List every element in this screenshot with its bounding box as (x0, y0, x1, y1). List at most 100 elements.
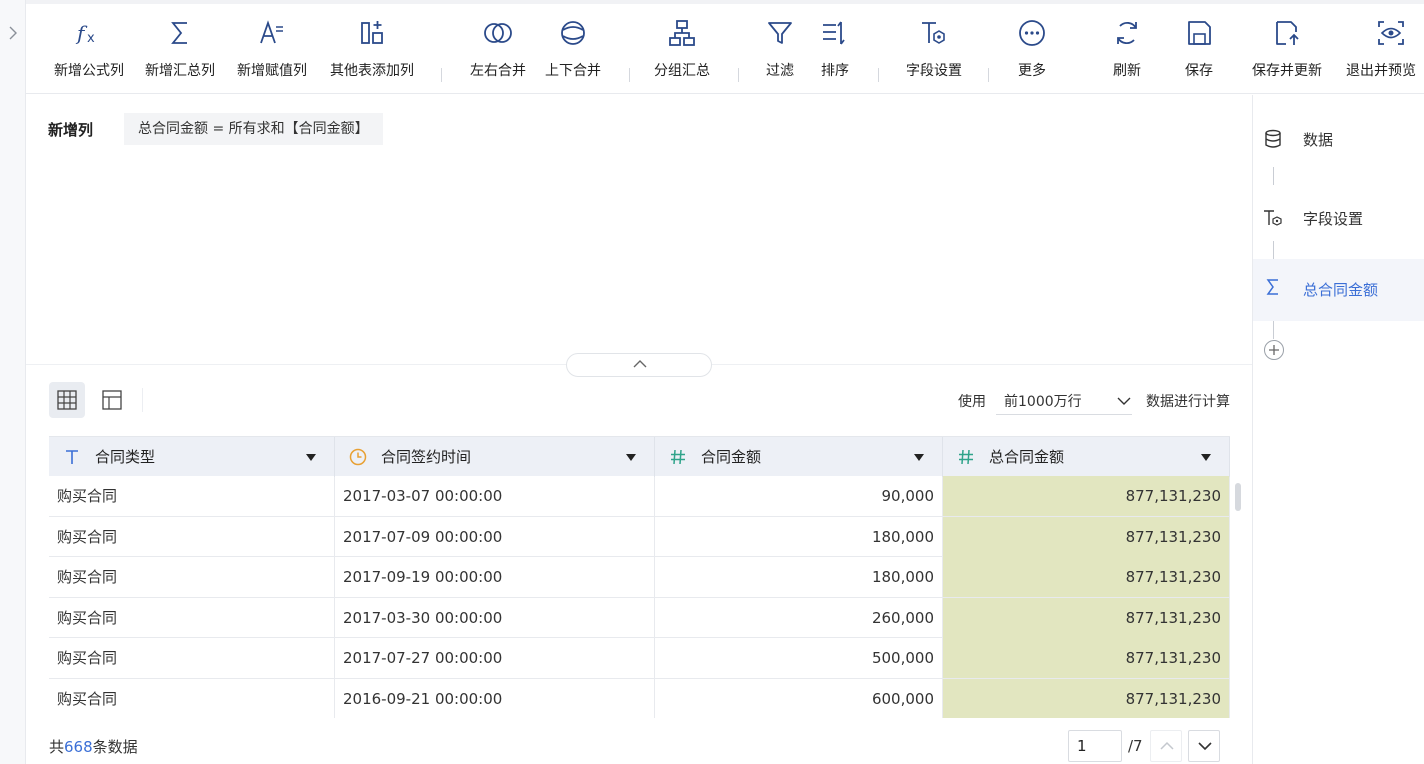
dropdown-caret-icon[interactable] (914, 454, 924, 461)
table-cell: 877,131,230 (943, 476, 1230, 516)
toolbar-label: 保存 (1185, 63, 1213, 79)
table-cell: 2017-09-19 00:00:00 (335, 557, 655, 597)
formula-expression[interactable]: 总合同金额 = 所有求和【合同金额】 (124, 113, 383, 145)
row-limit-select[interactable]: 前1000万行 (996, 387, 1132, 415)
toolbar-label: 左右合并 (470, 63, 526, 79)
toolbar-label: 分组汇总 (654, 63, 710, 79)
row-count-suffix: 条数据 (92, 738, 138, 756)
app-root: f x 新增公式列 新增汇总列 新增赋值列 其他表添加列 左右合并 上下合并 分… (0, 0, 1424, 764)
formula-title: 新增列 (48, 121, 94, 139)
exit-and-preview-button[interactable]: 退出并预览 (1346, 18, 1424, 90)
table-cell: 180,000 (655, 557, 943, 597)
number-hash-icon (959, 449, 973, 465)
merge-left-right-button[interactable]: 左右合并 (463, 18, 533, 90)
column-header-contract-type[interactable]: 合同类型 (49, 437, 335, 477)
toolbar-separator (878, 68, 879, 82)
dropdown-caret-icon[interactable] (306, 454, 316, 461)
toolbar-separator (988, 68, 989, 82)
toolbar-label: 上下合并 (545, 63, 601, 79)
add-formula-column-button[interactable]: f x 新增公式列 (48, 18, 130, 90)
filter-icon (768, 22, 792, 44)
previous-page-button[interactable] (1150, 730, 1182, 762)
divider (142, 388, 143, 412)
step-total-contract-amount[interactable]: 总合同金额 (1253, 259, 1424, 321)
chevron-down-icon (1198, 742, 1212, 751)
grid-view-button[interactable] (49, 382, 85, 418)
step-label: 字段设置 (1303, 210, 1364, 228)
column-label: 合同签约时间 (381, 448, 472, 466)
step-connector (1273, 241, 1274, 259)
field-settings-icon (1264, 210, 1282, 226)
table-row: 购买合同 2017-03-30 00:00:00 260,000 877,131… (49, 597, 1230, 638)
data-table: 合同类型 合同签约时间 合同金额 总合同金额 购买合同 2017-03-07 0… (49, 436, 1230, 718)
save-icon (1188, 21, 1211, 45)
page-number-input[interactable]: 1 (1068, 730, 1122, 762)
add-summary-column-button[interactable]: 新增汇总列 (139, 18, 221, 90)
next-page-button[interactable] (1188, 730, 1220, 762)
step-field-settings[interactable]: 字段设置 (1253, 182, 1424, 244)
table-cell: 2017-03-07 00:00:00 (335, 476, 655, 516)
group-summary-button[interactable]: 分组汇总 (646, 18, 718, 90)
field-settings-icon (922, 22, 945, 44)
toolbar-label: 字段设置 (906, 63, 962, 79)
column-header-amount[interactable]: 合同金额 (655, 437, 943, 477)
table-cell: 购买合同 (49, 557, 335, 597)
table-header: 合同类型 合同签约时间 合同金额 总合同金额 (49, 436, 1230, 477)
sigma-icon (1266, 279, 1278, 295)
column-label: 合同类型 (95, 448, 156, 466)
add-assign-column-button[interactable]: 新增赋值列 (231, 18, 313, 90)
step-data[interactable]: 数据 (1253, 103, 1424, 165)
column-label: 总合同金额 (989, 448, 1065, 466)
toolbar-label: 保存并更新 (1252, 63, 1322, 79)
layout-view-button[interactable] (94, 382, 130, 418)
sort-button[interactable]: 排序 (816, 18, 854, 90)
merge-vertical-icon (561, 21, 585, 45)
table-cell: 购买合同 (49, 476, 335, 516)
table-cell: 260,000 (655, 597, 943, 638)
total-pages: /7 (1128, 737, 1143, 755)
sort-icon (823, 21, 845, 45)
collapse-formula-button[interactable] (566, 353, 712, 377)
table-cell: 877,131,230 (943, 597, 1230, 638)
step-label: 总合同金额 (1303, 281, 1379, 299)
dropdown-caret-icon[interactable] (626, 454, 636, 461)
refresh-button[interactable]: 刷新 (1106, 18, 1148, 90)
save-button[interactable]: 保存 (1178, 18, 1220, 90)
table-cell: 2017-03-30 00:00:00 (335, 597, 655, 638)
toolbar-label: 新增赋值列 (237, 63, 307, 79)
step-label: 数据 (1303, 131, 1334, 149)
row-limit-value: 前1000万行 (1004, 393, 1082, 410)
more-icon (1019, 20, 1045, 46)
column-header-total-amount[interactable]: 总合同金额 (943, 437, 1230, 477)
merge-up-down-button[interactable]: 上下合并 (538, 18, 608, 90)
add-column-from-other-table-button[interactable]: 其他表添加列 (322, 18, 422, 90)
toolbar-separator (441, 68, 442, 82)
table-row: 购买合同 2017-07-27 00:00:00 500,000 877,131… (49, 638, 1230, 679)
toolbar-separator (738, 68, 739, 82)
number-hash-icon (671, 449, 685, 465)
field-settings-button[interactable]: 字段设置 (898, 18, 970, 90)
group-summary-icon (669, 20, 695, 46)
table-cell: 2017-07-27 00:00:00 (335, 638, 655, 678)
dropdown-caret-icon[interactable] (1201, 454, 1211, 461)
calc-suffix: 数据进行计算 (1146, 394, 1230, 410)
table-cell: 购买合同 (49, 597, 335, 638)
toolbar-label: 新增公式列 (54, 63, 124, 79)
assign-column-icon (260, 20, 283, 44)
left-collapse-strip[interactable] (0, 0, 26, 764)
filter-button[interactable]: 过滤 (761, 18, 799, 90)
add-step-button[interactable] (1264, 340, 1284, 360)
save-and-update-button[interactable]: 保存并更新 (1244, 18, 1330, 90)
toolbar-label: 过滤 (766, 63, 794, 79)
toolbar-label: 退出并预览 (1346, 63, 1416, 79)
table-vertical-scrollbar[interactable] (1235, 483, 1241, 511)
step-connector (1273, 321, 1274, 339)
chevron-right-icon[interactable] (6, 22, 20, 44)
refresh-icon (1117, 22, 1137, 44)
table-cell: 877,131,230 (943, 678, 1230, 718)
layout-icon (102, 390, 122, 410)
more-button[interactable]: 更多 (1012, 18, 1052, 90)
table-row: 购买合同 2017-07-09 00:00:00 180,000 877,131… (49, 516, 1230, 557)
table-cell: 2017-07-09 00:00:00 (335, 516, 655, 557)
column-header-sign-time[interactable]: 合同签约时间 (335, 437, 655, 477)
